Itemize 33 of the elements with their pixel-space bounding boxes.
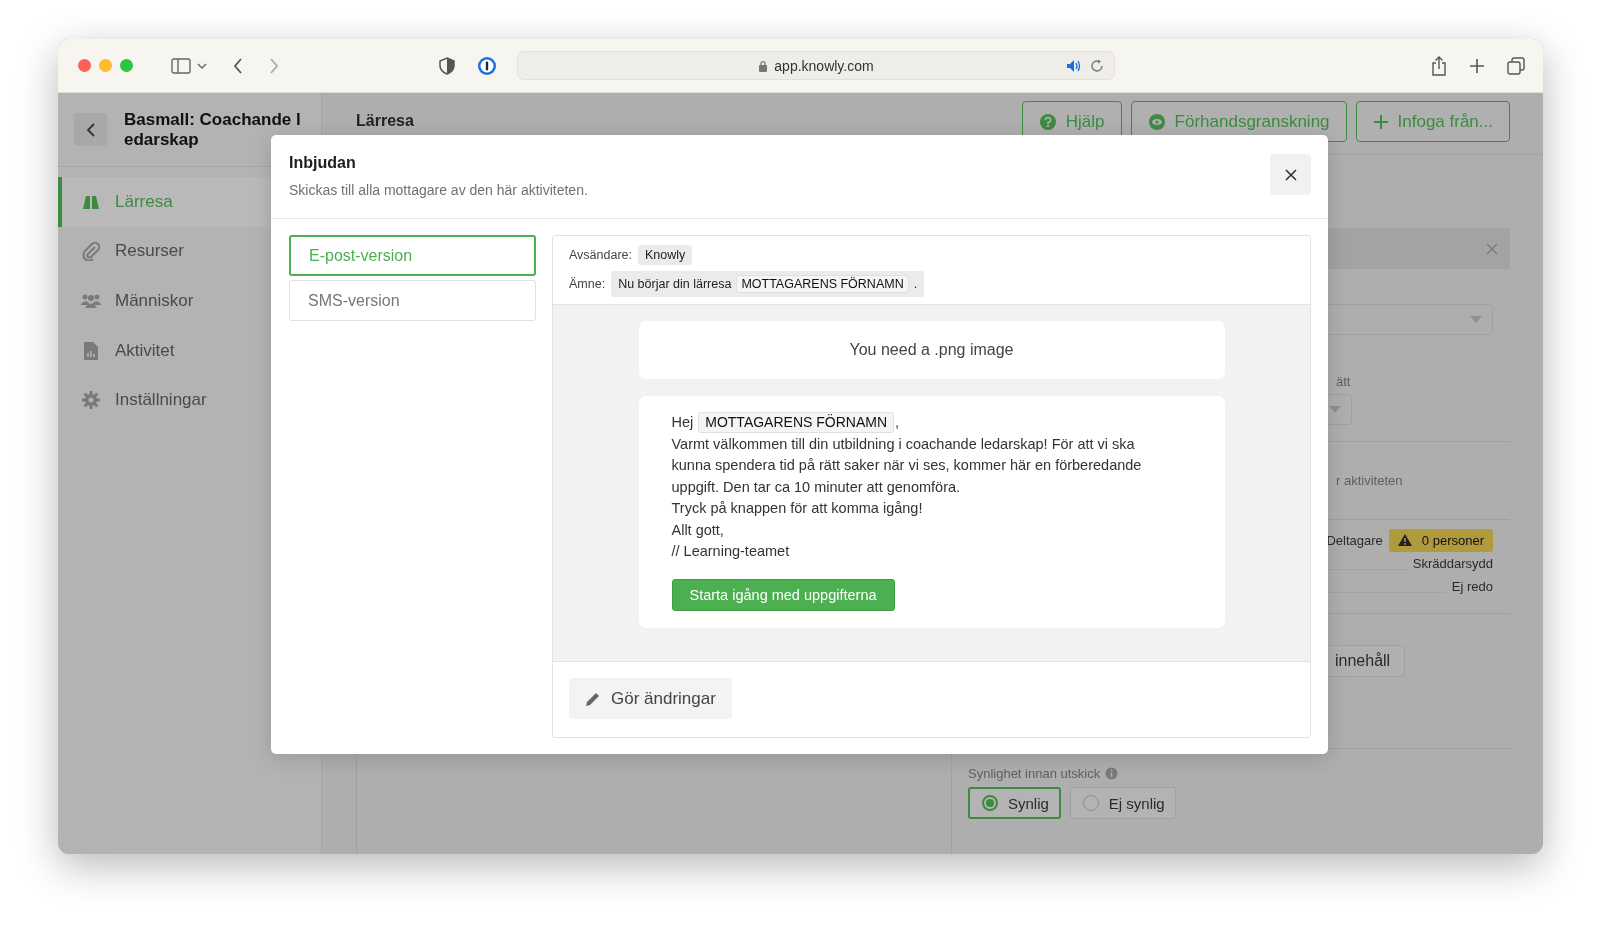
sidebar-item[interactable]: Inställningar bbox=[58, 375, 321, 425]
merge-tag: MOTTAGARENS FÖRNAMN bbox=[698, 412, 894, 434]
punctuation: , bbox=[895, 413, 900, 432]
subject-text: Nu börjar din lärresa bbox=[618, 277, 732, 291]
radio-option[interactable]: Ej synlig bbox=[1069, 787, 1176, 819]
address-bar[interactable]: app.knowly.com bbox=[517, 51, 1115, 80]
version-tab[interactable]: SMS-version bbox=[289, 280, 536, 321]
edit-button[interactable]: Gör ändringar bbox=[569, 678, 732, 719]
visibility-label: Synlighet innan utskick bbox=[968, 766, 1101, 781]
page-title: Lärresa bbox=[356, 112, 414, 130]
participants-label: Deltagare bbox=[1326, 532, 1383, 548]
message-text: Tryck på knappen för att komma igång! bbox=[671, 499, 924, 518]
version-tab[interactable]: E-post-version bbox=[289, 235, 536, 276]
warning-badge: 0 personer bbox=[1388, 528, 1493, 552]
message-text: // Learning-teamet bbox=[671, 542, 791, 561]
sidebar-item[interactable]: Aktivitet bbox=[58, 325, 321, 376]
message-text: Varmt välkommen till din utbildning i coachande ledarskap! För att vi ska kunna spendera tid på rätt saker när vi ses, kommer här en förberedande uppgift. Den tar ca 10 minuter att genomföra. bbox=[671, 434, 1143, 497]
merge-tag: MOTTAGARENS FÖRNAMN bbox=[736, 275, 909, 293]
status-value: Ej redo bbox=[1451, 578, 1493, 594]
sender-label: Avsändare: bbox=[569, 248, 632, 262]
punctuation: . bbox=[913, 277, 918, 291]
image-field[interactable]: You need a .png image bbox=[638, 321, 1225, 379]
subject-label: Ämne: bbox=[569, 277, 606, 291]
greeting-text: Hej bbox=[671, 413, 694, 432]
dialog-title: Inbjudan bbox=[289, 154, 357, 172]
field-label: ätt bbox=[1336, 374, 1352, 389]
note-text: r aktiviteten bbox=[1336, 473, 1403, 488]
cta-button[interactable]: Starta igång med uppgifterna bbox=[671, 578, 895, 611]
sender-chip: Knowly bbox=[638, 245, 693, 265]
type-value: Skräddarsydd bbox=[1412, 555, 1493, 571]
message-text: Allt gott, bbox=[671, 520, 725, 540]
radio-option[interactable]: Synlig bbox=[968, 787, 1061, 819]
course-title: Basmall: Coachande l edarskap bbox=[124, 109, 301, 150]
